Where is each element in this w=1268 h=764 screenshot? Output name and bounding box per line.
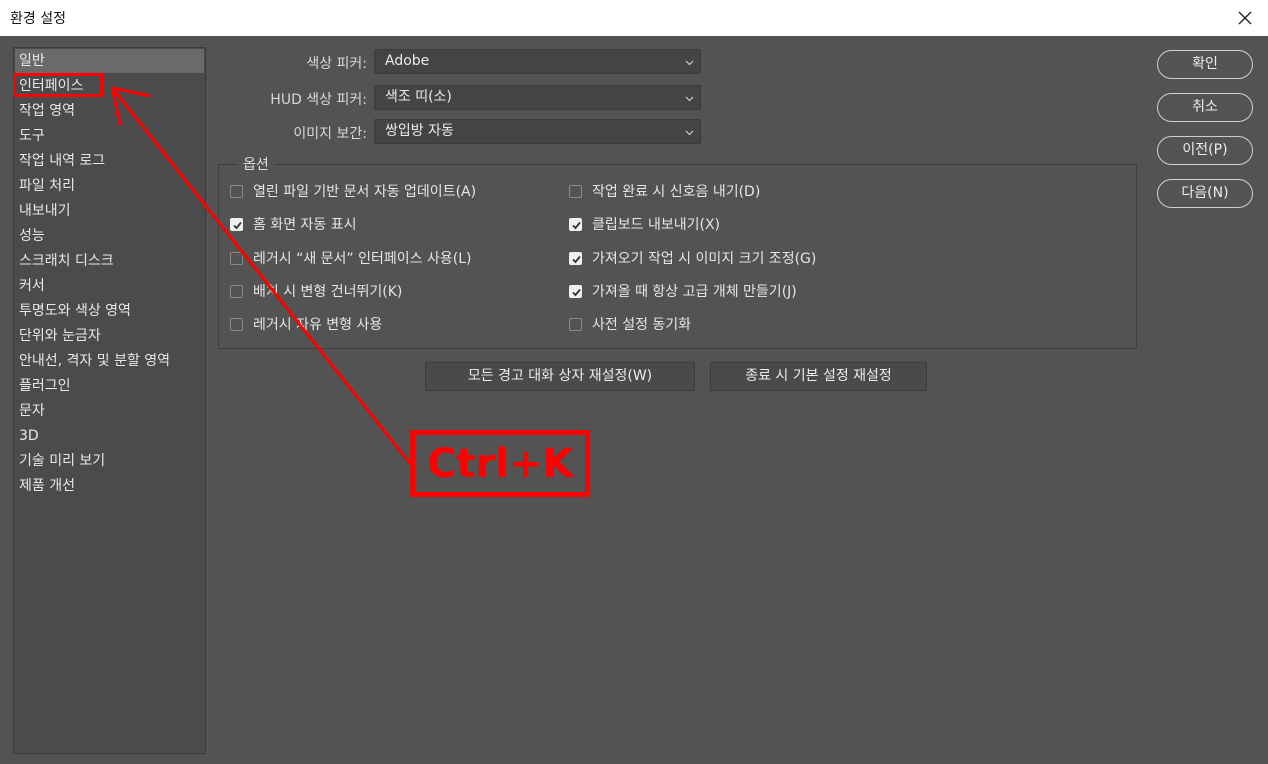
annotation-arrow-icon <box>110 86 413 466</box>
shortcut-label: Ctrl+K <box>426 440 574 487</box>
shortcut-annotation: Ctrl+K <box>410 430 590 497</box>
